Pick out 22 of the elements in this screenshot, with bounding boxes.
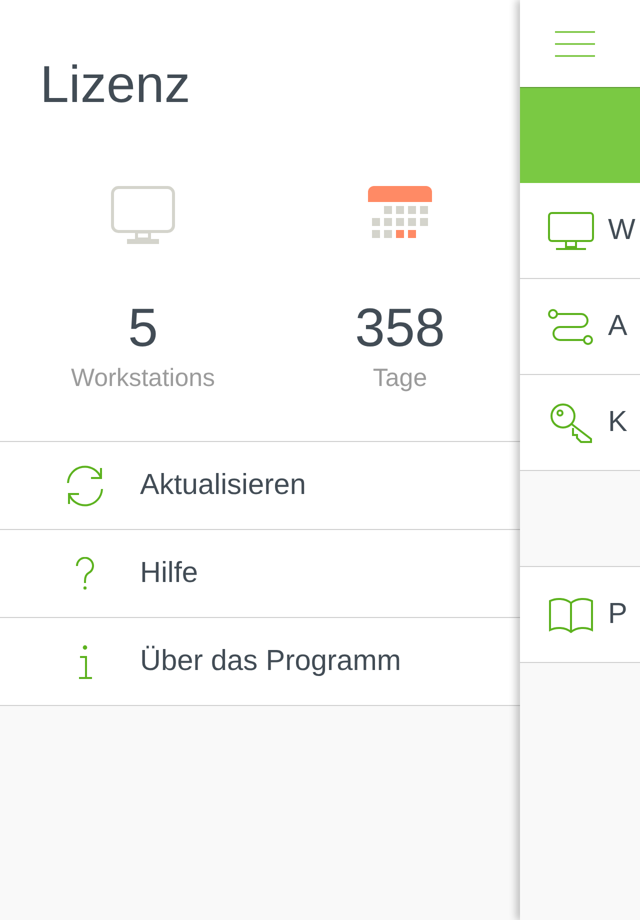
refresh-icon bbox=[64, 464, 106, 506]
stat-value: 358 bbox=[354, 301, 446, 355]
menu-item[interactable]: Über das Programm bbox=[0, 618, 520, 706]
calendar-icon bbox=[368, 186, 432, 238]
help-icon bbox=[75, 556, 95, 590]
key-icon bbox=[550, 402, 592, 442]
nav-item[interactable]: K bbox=[520, 375, 640, 471]
drawer-title: Lizenz bbox=[40, 59, 190, 111]
book-icon bbox=[548, 596, 594, 632]
monitor-icon bbox=[111, 186, 175, 244]
nav-item[interactable]: P bbox=[520, 567, 640, 663]
monitor-icon bbox=[548, 212, 594, 250]
nav-item[interactable]: A bbox=[520, 279, 640, 375]
nav-item[interactable]: W bbox=[520, 183, 640, 279]
menu-item[interactable]: Aktualisieren bbox=[0, 442, 520, 530]
info-icon bbox=[77, 644, 93, 678]
menu-item[interactable]: Hilfe bbox=[0, 530, 520, 618]
route-icon bbox=[548, 308, 594, 344]
stat-label: Workstations bbox=[70, 366, 216, 391]
stat-value: 5 bbox=[128, 301, 158, 355]
menu-icon bbox=[555, 30, 595, 56]
stat-label: Tage bbox=[372, 366, 428, 391]
